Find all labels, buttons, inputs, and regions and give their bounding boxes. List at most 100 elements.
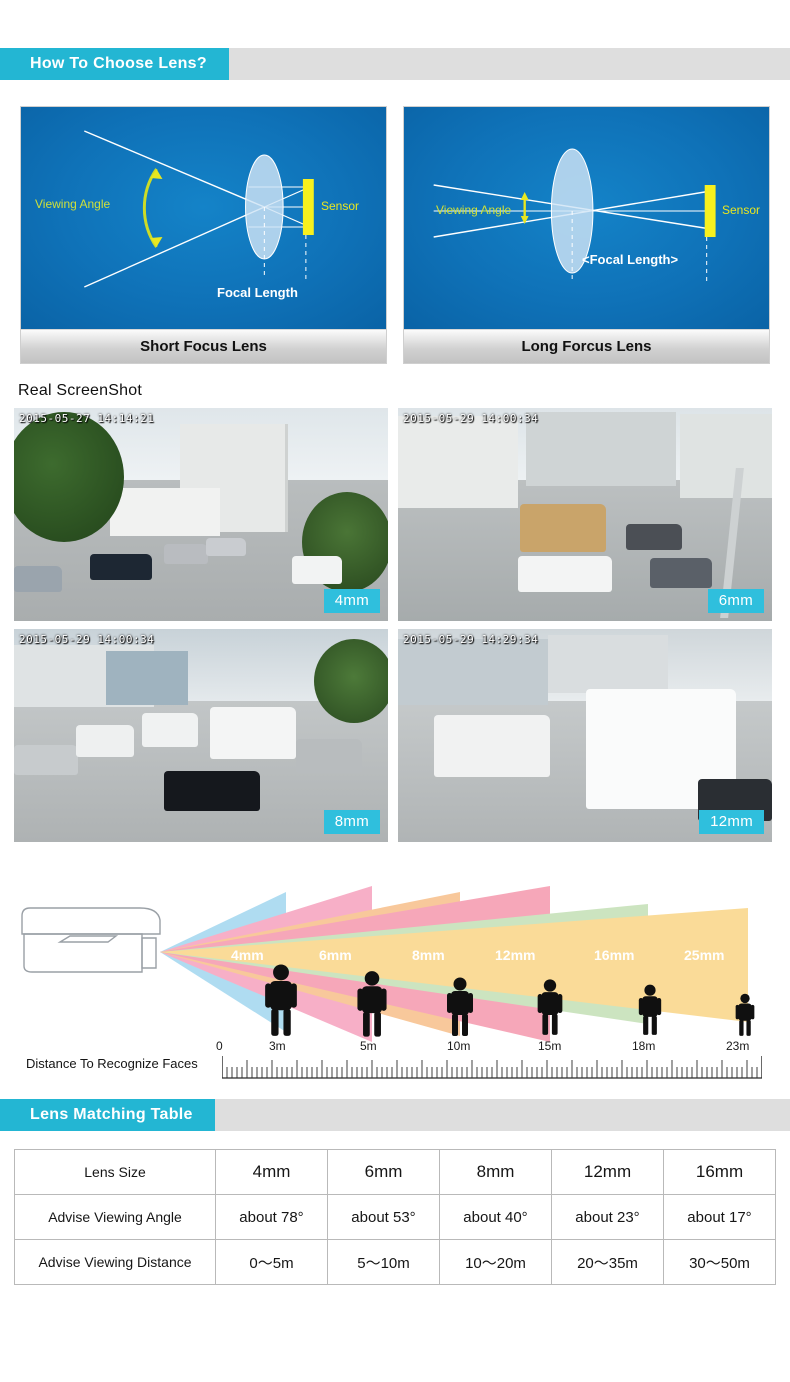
shot3-car-b [296, 739, 362, 773]
cell-distance-4mm: 0～5m [215, 1239, 328, 1285]
shot1-car-b [164, 544, 208, 564]
shot3-lens-tag: 8mm [323, 810, 380, 834]
long-focus-viewing-angle-label: Viewing Angle [436, 203, 512, 217]
cell-distance-6mm: 5～10m [327, 1239, 440, 1285]
tick-label-10m: 10m [447, 1039, 471, 1053]
lens-guide-page: How To Choose Lens? Viewing Angle Sensor… [0, 0, 790, 1382]
shot4-lens-tag: 12mm [699, 810, 764, 834]
diagram-long-focus-caption: Long Forcus Lens [404, 329, 769, 363]
shot2-building-right [680, 414, 772, 498]
screenshot-grid: 2015-05-27 14:14:21 4mm 2015-05-29 14:00… [0, 408, 790, 842]
screenshot-6mm: 2015-05-29 14:00:34 6mm [398, 408, 772, 621]
row-label-viewing-distance: Advise Viewing Distance [14, 1239, 216, 1285]
shot3-van-b [142, 713, 198, 747]
lens-diagram-row: Viewing Angle Sensor Focal Length Short … [0, 80, 790, 364]
short-focus-optics-svg [84, 130, 314, 288]
shot1-timestamp: 2015-05-27 14:14:21 [19, 412, 155, 425]
shot2-truck [520, 504, 606, 552]
real-screenshot-heading: Real ScreenShot [18, 382, 142, 399]
row-label-viewing-angle: Advise Viewing Angle [14, 1194, 216, 1240]
long-focus-focal-length-label: <Focal Length> [582, 252, 679, 267]
section-title-matching-table: Lens Matching Table [0, 1099, 215, 1131]
shot4-wall-b [548, 635, 668, 693]
shot3-van-big [210, 707, 296, 759]
shot3-car-a [14, 745, 78, 775]
fan-label-4mm: 4mm [231, 947, 264, 963]
shot2-building-mid [526, 412, 676, 486]
screenshot-12mm: 2015-05-29 14:29:34 12mm [398, 629, 772, 842]
diagram-long-focus: Viewing Angle Sensor <Focal Length> Long… [403, 106, 770, 364]
shot2-timestamp: 2015-05-29 14:00:34 [403, 412, 539, 425]
cell-distance-16mm: 30～50m [663, 1239, 776, 1285]
cell-distance-8mm: 10～20m [439, 1239, 552, 1285]
shot2-dark-car [626, 524, 682, 550]
cell-lens-size-8mm: 8mm [439, 1149, 552, 1195]
shot3-black-car [164, 771, 260, 811]
cell-lens-size-6mm: 6mm [327, 1149, 440, 1195]
table-row: Lens Size 4mm 6mm 8mm 12mm 16mm [14, 1149, 776, 1195]
fan-label-12mm: 12mm [495, 947, 536, 963]
fan-label-6mm: 6mm [319, 947, 352, 963]
section-header-choose-lens: How To Choose Lens? [0, 48, 790, 80]
tick-label-0: 0 [216, 1039, 223, 1053]
shot1-car-a [90, 554, 152, 580]
shot3-tree [314, 639, 388, 723]
cell-angle-4mm: about 78° [215, 1194, 328, 1240]
shot1-van [292, 556, 342, 584]
tick-label-23m: 23m [726, 1039, 750, 1053]
ruler-ticks: {} [222, 1056, 762, 1079]
cell-angle-16mm: about 17° [663, 1194, 776, 1240]
short-focus-focal-length-label: Focal Length [217, 285, 298, 300]
shot4-timestamp: 2015-05-29 14:29:34 [403, 633, 539, 646]
short-focus-viewing-angle-label: Viewing Angle [35, 197, 111, 211]
cell-distance-12mm: 20～35m [551, 1239, 664, 1285]
long-focus-sensor-label: Sensor [722, 203, 761, 217]
shot3-timestamp: 2015-05-29 14:00:34 [19, 633, 155, 646]
table-row: Advise Viewing Distance 0～5m 5～10m 10～20… [14, 1239, 776, 1285]
table-row: Advise Viewing Angle about 78° about 53°… [14, 1194, 776, 1240]
tick-label-15m: 15m [538, 1039, 562, 1053]
cell-lens-size-16mm: 16mm [663, 1149, 776, 1195]
lens-matching-table: Lens Size 4mm 6mm 8mm 12mm 16mm Advise V… [14, 1149, 776, 1285]
diagram-short-focus: Viewing Angle Sensor Focal Length Short … [20, 106, 387, 364]
fan-label-16mm: 16mm [594, 947, 635, 963]
camera-icon [21, 907, 161, 973]
section-header-matching-table: Lens Matching Table [0, 1099, 790, 1131]
shot4-wall [398, 639, 548, 705]
shot2-white-car [518, 556, 612, 592]
shot1-car-d [14, 566, 62, 592]
fan-label-25mm: 25mm [684, 947, 725, 963]
cell-lens-size-4mm: 4mm [215, 1149, 328, 1195]
shot4-van-left [434, 715, 550, 777]
distance-axis-label: Distance To Recognize Faces [26, 1056, 198, 1071]
long-focus-optics-svg [433, 148, 716, 283]
shot1-wall [110, 488, 220, 536]
shot3-van-a [76, 725, 134, 757]
shot2-lens-tag: 6mm [707, 589, 764, 613]
lens-matching-table-wrap: Lens Size 4mm 6mm 8mm 12mm 16mm Advise V… [0, 1131, 790, 1285]
section-title-choose-lens: How To Choose Lens? [0, 48, 229, 80]
shot3-fence [106, 651, 188, 705]
tick-label-5m: 5m [360, 1039, 377, 1053]
diagram-short-focus-caption: Short Focus Lens [21, 329, 386, 363]
cell-angle-6mm: about 53° [327, 1194, 440, 1240]
diagram-long-focus-image: Viewing Angle Sensor <Focal Length> [404, 107, 769, 329]
diagram-short-focus-image: Viewing Angle Sensor Focal Length [21, 107, 386, 329]
fan-label-8mm: 8mm [412, 947, 445, 963]
cell-angle-12mm: about 23° [551, 1194, 664, 1240]
screenshot-4mm: 2015-05-27 14:14:21 4mm [14, 408, 388, 621]
row-label-lens-size: Lens Size [14, 1149, 216, 1195]
screenshot-8mm: 2015-05-29 14:00:34 8mm [14, 629, 388, 842]
shot2-building-left [398, 416, 518, 508]
top-spacer [0, 0, 790, 48]
tick-label-18m: 18m [632, 1039, 656, 1053]
cell-lens-size-12mm: 12mm [551, 1149, 664, 1195]
distance-diagram: 4mm 6mm 8mm 12mm 16mm 25mm 0 3m 5m 10m 1… [0, 864, 790, 1089]
pre-table-spacer [0, 1089, 790, 1099]
shot1-car-c [206, 538, 246, 556]
shot1-lens-tag: 4mm [323, 589, 380, 613]
tick-label-3m: 3m [269, 1039, 286, 1053]
short-focus-sensor-label: Sensor [321, 199, 360, 213]
cell-angle-8mm: about 40° [439, 1194, 552, 1240]
shot2-car-b [650, 558, 712, 588]
